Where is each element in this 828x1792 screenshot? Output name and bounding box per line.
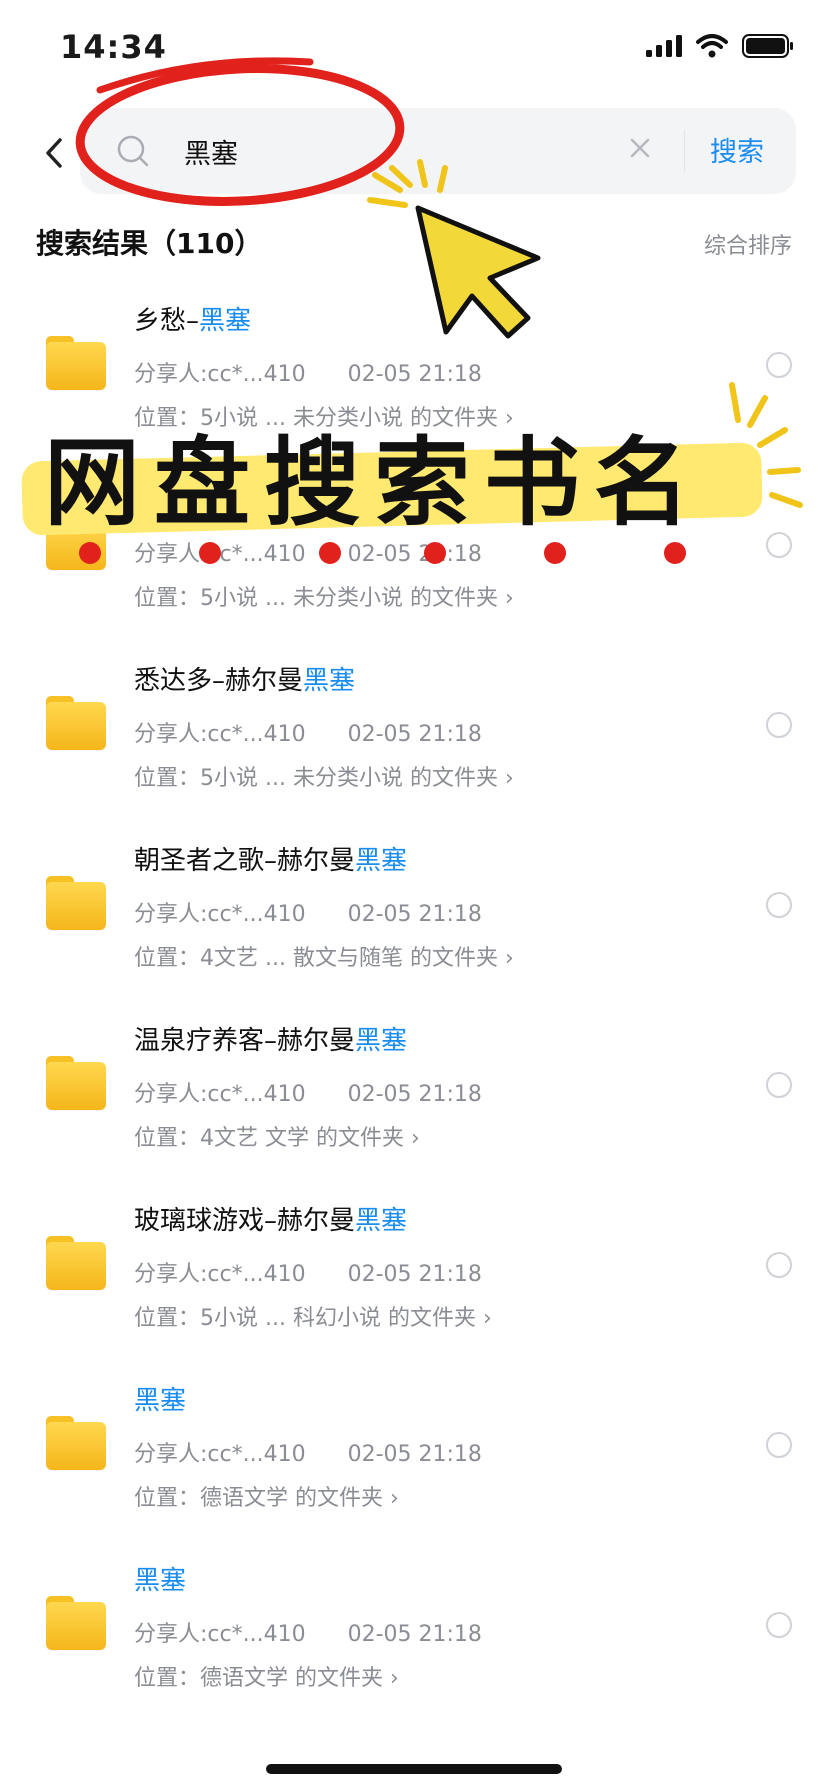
item-title: 朝圣者之歌–赫尔曼黑塞: [134, 846, 408, 876]
search-input[interactable]: 黑塞 搜索: [80, 108, 796, 194]
item-location[interactable]: 位置：4文艺 ... 散文与随笔 的文件夹 ›: [134, 940, 514, 972]
back-arrow-icon[interactable]: [40, 130, 70, 176]
list-item[interactable]: 分享人:cc*...410 02-05 21:18 位置：5小说 ... 未分类小…: [0, 450, 828, 630]
item-location[interactable]: 位置：5小说 ... 科幻小说 的文件夹 ›: [134, 1300, 492, 1332]
select-radio[interactable]: [766, 892, 792, 918]
item-date: 02-05 21:18: [347, 362, 482, 387]
item-sharer: 分享人:cc*...410 02-05 21:18: [134, 902, 482, 927]
folder-icon: [46, 1596, 106, 1650]
search-icon: [117, 135, 149, 167]
item-date: 02-05 21:18: [347, 722, 482, 747]
select-radio[interactable]: [766, 1072, 792, 1098]
folder-icon: [46, 876, 106, 930]
folder-icon: [46, 516, 106, 570]
select-radio[interactable]: [766, 712, 792, 738]
battery-icon: [742, 34, 793, 58]
item-date: 02-05 21:18: [347, 1262, 482, 1287]
item-sharer: 分享人:cc*...410 02-05 21:18: [134, 1262, 482, 1287]
folder-icon: [46, 1416, 106, 1470]
signal-icon: [646, 35, 682, 57]
item-sharer: 分享人:cc*...410 02-05 21:18: [134, 722, 482, 747]
list-item[interactable]: 黑塞 分享人:cc*...410 02-05 21:18 位置：德语文学 的文件夹…: [0, 1530, 828, 1710]
item-title: 乡愁–黑塞: [134, 306, 252, 336]
divider: [684, 130, 685, 172]
item-title: 黑塞: [134, 1566, 187, 1596]
status-bar: 14:34: [0, 0, 828, 100]
item-title: 温泉疗养客–赫尔曼黑塞: [134, 1026, 408, 1056]
item-date: 02-05 21:18: [347, 1442, 482, 1467]
item-location[interactable]: 位置：4文艺 文学 的文件夹 ›: [134, 1120, 420, 1152]
list-item[interactable]: 黑塞 分享人:cc*...410 02-05 21:18 位置：德语文学 的文件夹…: [0, 1350, 828, 1530]
status-icons: [646, 34, 794, 58]
item-sharer: 分享人:cc*...410 02-05 21:18: [134, 1442, 482, 1467]
item-sharer: 分享人:cc*...410 02-05 21:18: [134, 362, 482, 387]
item-location[interactable]: 位置：5小说 ... 未分类小说 的文件夹 ›: [134, 760, 514, 792]
item-sharer: 分享人:cc*...410 02-05 21:18: [134, 542, 482, 567]
select-radio[interactable]: [766, 1432, 792, 1458]
item-title: 悉达多–赫尔曼黑塞: [134, 666, 356, 696]
clear-icon[interactable]: [628, 136, 652, 160]
select-radio[interactable]: [766, 1612, 792, 1638]
sort-button[interactable]: 综合排序: [704, 228, 792, 260]
item-date: 02-05 21:18: [347, 1082, 482, 1107]
search-button[interactable]: 搜索: [710, 130, 764, 169]
folder-icon: [46, 696, 106, 750]
select-radio[interactable]: [766, 532, 792, 558]
item-location[interactable]: 位置：德语文学 的文件夹 ›: [134, 1660, 399, 1692]
wifi-icon: [696, 34, 728, 58]
list-item[interactable]: 悉达多–赫尔曼黑塞 分享人:cc*...410 02-05 21:18 位置：5小…: [0, 630, 828, 810]
search-query: 黑塞: [184, 139, 238, 170]
item-title: 玻璃球游戏–赫尔曼黑塞: [134, 1206, 408, 1236]
item-title: 黑塞: [134, 1386, 187, 1416]
list-item[interactable]: 玻璃球游戏–赫尔曼黑塞 分享人:cc*...410 02-05 21:18 位置：…: [0, 1170, 828, 1350]
results-count: 搜索结果（110）: [36, 227, 263, 260]
item-date: 02-05 21:18: [347, 902, 482, 927]
home-indicator[interactable]: [266, 1764, 562, 1774]
results-list: 乡愁–黑塞 分享人:cc*...410 02-05 21:18 位置：5小说 ..…: [0, 270, 828, 1710]
select-radio[interactable]: [766, 1252, 792, 1278]
item-sharer: 分享人:cc*...410 02-05 21:18: [134, 1622, 482, 1647]
folder-icon: [46, 1236, 106, 1290]
select-radio[interactable]: [766, 352, 792, 378]
list-item[interactable]: 乡愁–黑塞 分享人:cc*...410 02-05 21:18 位置：5小说 ..…: [0, 270, 828, 450]
item-sharer: 分享人:cc*...410 02-05 21:18: [134, 1082, 482, 1107]
item-location[interactable]: 位置：5小说 ... 未分类小说 的文件夹 ›: [134, 400, 514, 432]
item-location[interactable]: 位置：德语文学 的文件夹 ›: [134, 1480, 399, 1512]
folder-icon: [46, 336, 106, 390]
item-date: 02-05 21:18: [347, 542, 482, 567]
folder-icon: [46, 1056, 106, 1110]
item-location[interactable]: 位置：5小说 ... 未分类小说 的文件夹 ›: [134, 580, 514, 612]
list-item[interactable]: 朝圣者之歌–赫尔曼黑塞 分享人:cc*...410 02-05 21:18 位置：…: [0, 810, 828, 990]
status-time: 14:34: [60, 28, 167, 66]
list-item[interactable]: 温泉疗养客–赫尔曼黑塞 分享人:cc*...410 02-05 21:18 位置：…: [0, 990, 828, 1170]
search-row: 黑塞 搜索: [0, 108, 828, 198]
item-date: 02-05 21:18: [347, 1622, 482, 1647]
